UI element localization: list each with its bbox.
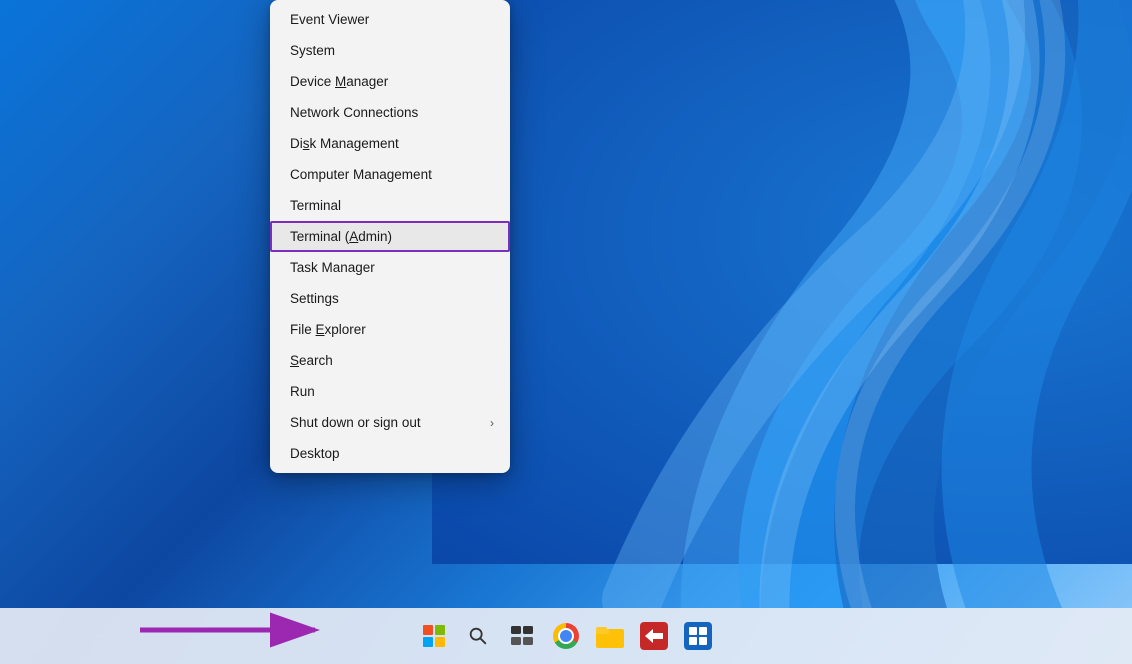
menu-item-label: Desktop [290,446,340,461]
menu-item-computer-management[interactable]: Computer Management [270,159,510,190]
file-explorer-button[interactable] [590,616,630,656]
app-dup-button[interactable] [634,616,674,656]
menu-item-label: File Explorer [290,322,366,337]
task-view-button[interactable] [502,616,542,656]
win-quad-br [435,637,445,647]
menu-item-settings[interactable]: Settings [270,283,510,314]
submenu-arrow-icon: › [490,416,494,430]
grid-cell [689,627,697,635]
menu-item-label: Terminal [290,198,341,213]
red-app-icon [640,622,668,650]
app-grid-button[interactable] [678,616,718,656]
task-view-icon [511,626,533,646]
menu-item-label: System [290,43,335,58]
chrome-button[interactable] [546,616,586,656]
chrome-icon [553,623,579,649]
menu-item-file-explorer[interactable]: File Explorer [270,314,510,345]
menu-item-label: Disk Management [290,136,399,151]
desktop: Event Viewer System Device Manager Netwo… [0,0,1132,664]
start-button[interactable] [414,616,454,656]
context-menu: Event Viewer System Device Manager Netwo… [270,0,510,473]
menu-item-label: Terminal (Admin) [290,229,392,244]
menu-item-label: Event Viewer [290,12,369,27]
menu-item-network-connections[interactable]: Network Connections [270,97,510,128]
menu-item-terminal-admin[interactable]: Terminal (Admin) [270,221,510,252]
menu-item-label: Settings [290,291,339,306]
win-quad-tl [423,625,433,635]
grid-cell [699,637,707,645]
menu-item-system[interactable]: System [270,35,510,66]
search-taskbar-button[interactable] [458,616,498,656]
taskbar-center [414,616,718,656]
menu-item-label: Search [290,353,333,368]
annotation-arrow-svg [140,610,340,650]
menu-item-shut-down[interactable]: Shut down or sign out › [270,407,510,438]
grid-cell [689,637,697,645]
menu-item-event-viewer[interactable]: Event Viewer [270,4,510,35]
search-icon [467,625,489,647]
menu-item-label: Computer Management [290,167,432,182]
win-quad-bl [423,637,433,647]
menu-item-desktop[interactable]: Desktop [270,438,510,469]
menu-item-label: Shut down or sign out [290,415,421,430]
menu-item-terminal[interactable]: Terminal [270,190,510,221]
arrow-annotation [140,610,340,650]
menu-item-search[interactable]: Search [270,345,510,376]
menu-item-label: Network Connections [290,105,418,120]
menu-item-label: Run [290,384,315,399]
windows-logo-icon [423,625,445,647]
folder-icon [596,624,624,648]
menu-item-device-manager[interactable]: Device Manager [270,66,510,97]
win-quad-tr [435,625,445,635]
desktop-wallpaper [0,0,1132,608]
menu-item-disk-management[interactable]: Disk Management [270,128,510,159]
menu-item-label: Task Manager [290,260,375,275]
menu-item-label: Device Manager [290,74,388,89]
grid-cell [699,627,707,635]
menu-item-run[interactable]: Run [270,376,510,407]
wallpaper-svg [432,0,1132,608]
menu-item-task-manager[interactable]: Task Manager [270,252,510,283]
grid-app-icon [684,622,712,650]
